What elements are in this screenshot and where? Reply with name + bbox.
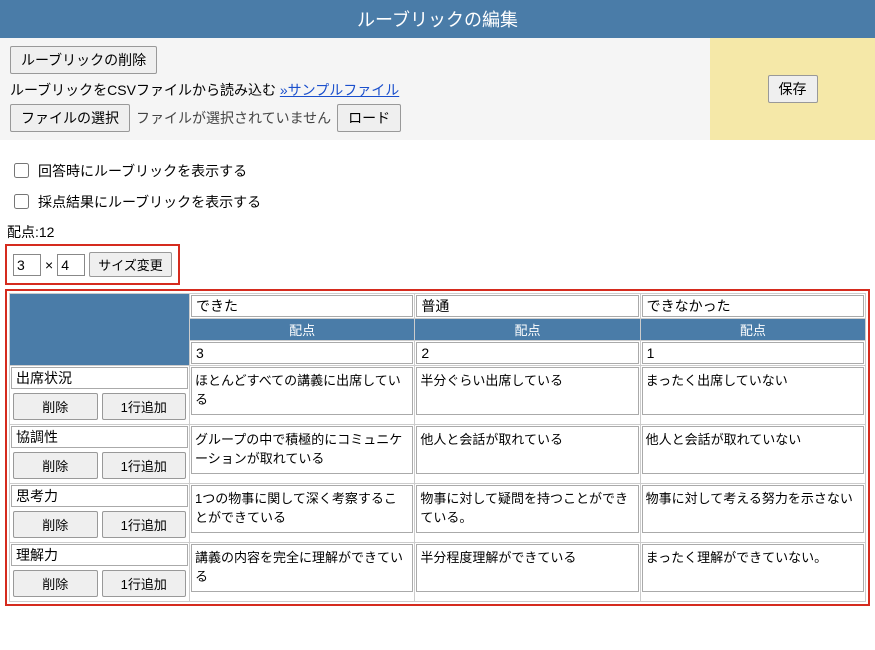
criterion-name-input-0[interactable] <box>11 367 188 389</box>
table-row: 削除 1行追加 <box>10 543 866 602</box>
csv-import-line: ルーブリックをCSVファイルから読み込む »サンプルファイル <box>10 80 700 100</box>
resize-button[interactable]: サイズ変更 <box>89 252 172 277</box>
file-picker-row: ファイルの選択 ファイルが選択されていません ロード <box>10 104 700 132</box>
cell-textarea-1-0[interactable] <box>191 426 413 474</box>
cell-textarea-1-2[interactable] <box>642 426 864 474</box>
row-add-button[interactable]: 1行追加 <box>102 511 187 538</box>
row-delete-button[interactable]: 削除 <box>13 511 98 538</box>
file-status-text: ファイルが選択されていません <box>136 108 331 128</box>
save-button[interactable]: 保存 <box>768 75 818 103</box>
show-on-grade-checkbox[interactable] <box>14 194 29 209</box>
cell-textarea-3-2[interactable] <box>642 544 864 592</box>
cell-textarea-0-1[interactable] <box>416 367 638 415</box>
row-add-button[interactable]: 1行追加 <box>102 452 187 479</box>
cols-input[interactable] <box>57 254 85 276</box>
table-row: 削除 1行追加 <box>10 425 866 484</box>
row-delete-button[interactable]: 削除 <box>13 393 98 420</box>
cell-textarea-2-0[interactable] <box>191 485 413 533</box>
table-row: 削除 1行追加 <box>10 484 866 543</box>
points-header-0: 配点 <box>190 319 415 341</box>
cell-textarea-2-2[interactable] <box>642 485 864 533</box>
delete-rubric-button[interactable]: ルーブリックの削除 <box>10 46 157 74</box>
sample-file-link[interactable]: »サンプルファイル <box>280 82 399 98</box>
criterion-name-input-1[interactable] <box>11 426 188 448</box>
options-block: 回答時にルーブリックを表示する 採点結果にルーブリックを表示する <box>10 160 865 212</box>
show-on-answer-checkbox[interactable] <box>14 163 29 178</box>
load-button[interactable]: ロード <box>337 104 401 132</box>
csv-import-label: ルーブリックをCSVファイルから読み込む <box>10 82 276 98</box>
rubric-table-frame: 配点 配点 配点 削除 1行追加 削除 1行追加 <box>5 289 870 606</box>
level-points-input-1[interactable] <box>416 342 638 364</box>
level-points-input-2[interactable] <box>642 342 864 364</box>
show-on-answer-label: 回答時にルーブリックを表示する <box>38 161 247 181</box>
points-header-2: 配点 <box>640 319 865 341</box>
corner-cell <box>10 294 190 366</box>
level-name-input-2[interactable] <box>642 295 864 317</box>
times-label: × <box>45 257 53 273</box>
cell-textarea-0-2[interactable] <box>642 367 864 415</box>
save-panel: 保存 <box>710 38 875 140</box>
cell-textarea-3-0[interactable] <box>191 544 413 592</box>
criterion-name-input-3[interactable] <box>11 544 188 566</box>
top-section: ルーブリックの削除 ルーブリックをCSVファイルから読み込む »サンプルファイル… <box>0 38 875 140</box>
level-name-input-1[interactable] <box>416 295 638 317</box>
total-score-label: 配点:12 <box>7 222 875 242</box>
level-points-input-0[interactable] <box>191 342 413 364</box>
top-left-panel: ルーブリックの削除 ルーブリックをCSVファイルから読み込む »サンプルファイル… <box>0 38 710 140</box>
row-add-button[interactable]: 1行追加 <box>102 570 187 597</box>
size-control-row: × サイズ変更 <box>5 244 180 285</box>
page-title: ルーブリックの編集 <box>0 0 875 38</box>
cell-textarea-0-0[interactable] <box>191 367 413 415</box>
cell-textarea-3-1[interactable] <box>416 544 638 592</box>
cell-textarea-2-1[interactable] <box>416 485 638 533</box>
table-row: 削除 1行追加 <box>10 366 866 425</box>
row-delete-button[interactable]: 削除 <box>13 570 98 597</box>
rows-input[interactable] <box>13 254 41 276</box>
points-header-1: 配点 <box>415 319 640 341</box>
cell-textarea-1-1[interactable] <box>416 426 638 474</box>
show-on-grade-label: 採点結果にルーブリックを表示する <box>38 192 261 212</box>
row-add-button[interactable]: 1行追加 <box>102 393 187 420</box>
rubric-table: 配点 配点 配点 削除 1行追加 削除 1行追加 <box>9 293 866 602</box>
criterion-name-input-2[interactable] <box>11 485 188 507</box>
row-delete-button[interactable]: 削除 <box>13 452 98 479</box>
choose-file-button[interactable]: ファイルの選択 <box>10 104 130 132</box>
level-name-input-0[interactable] <box>191 295 413 317</box>
